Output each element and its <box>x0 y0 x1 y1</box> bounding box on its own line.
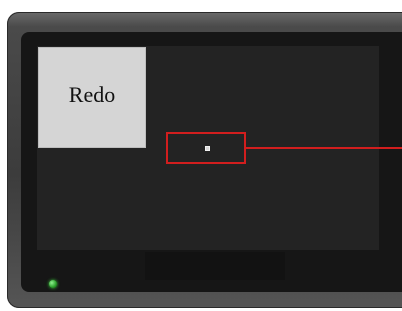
device-photo: Redo <box>0 0 402 311</box>
redo-button[interactable]: Redo <box>38 47 146 148</box>
screen-bottom-strip <box>145 252 285 280</box>
power-led-icon <box>49 280 57 288</box>
cursor-marker-icon <box>205 146 210 151</box>
callout-line <box>246 147 402 149</box>
